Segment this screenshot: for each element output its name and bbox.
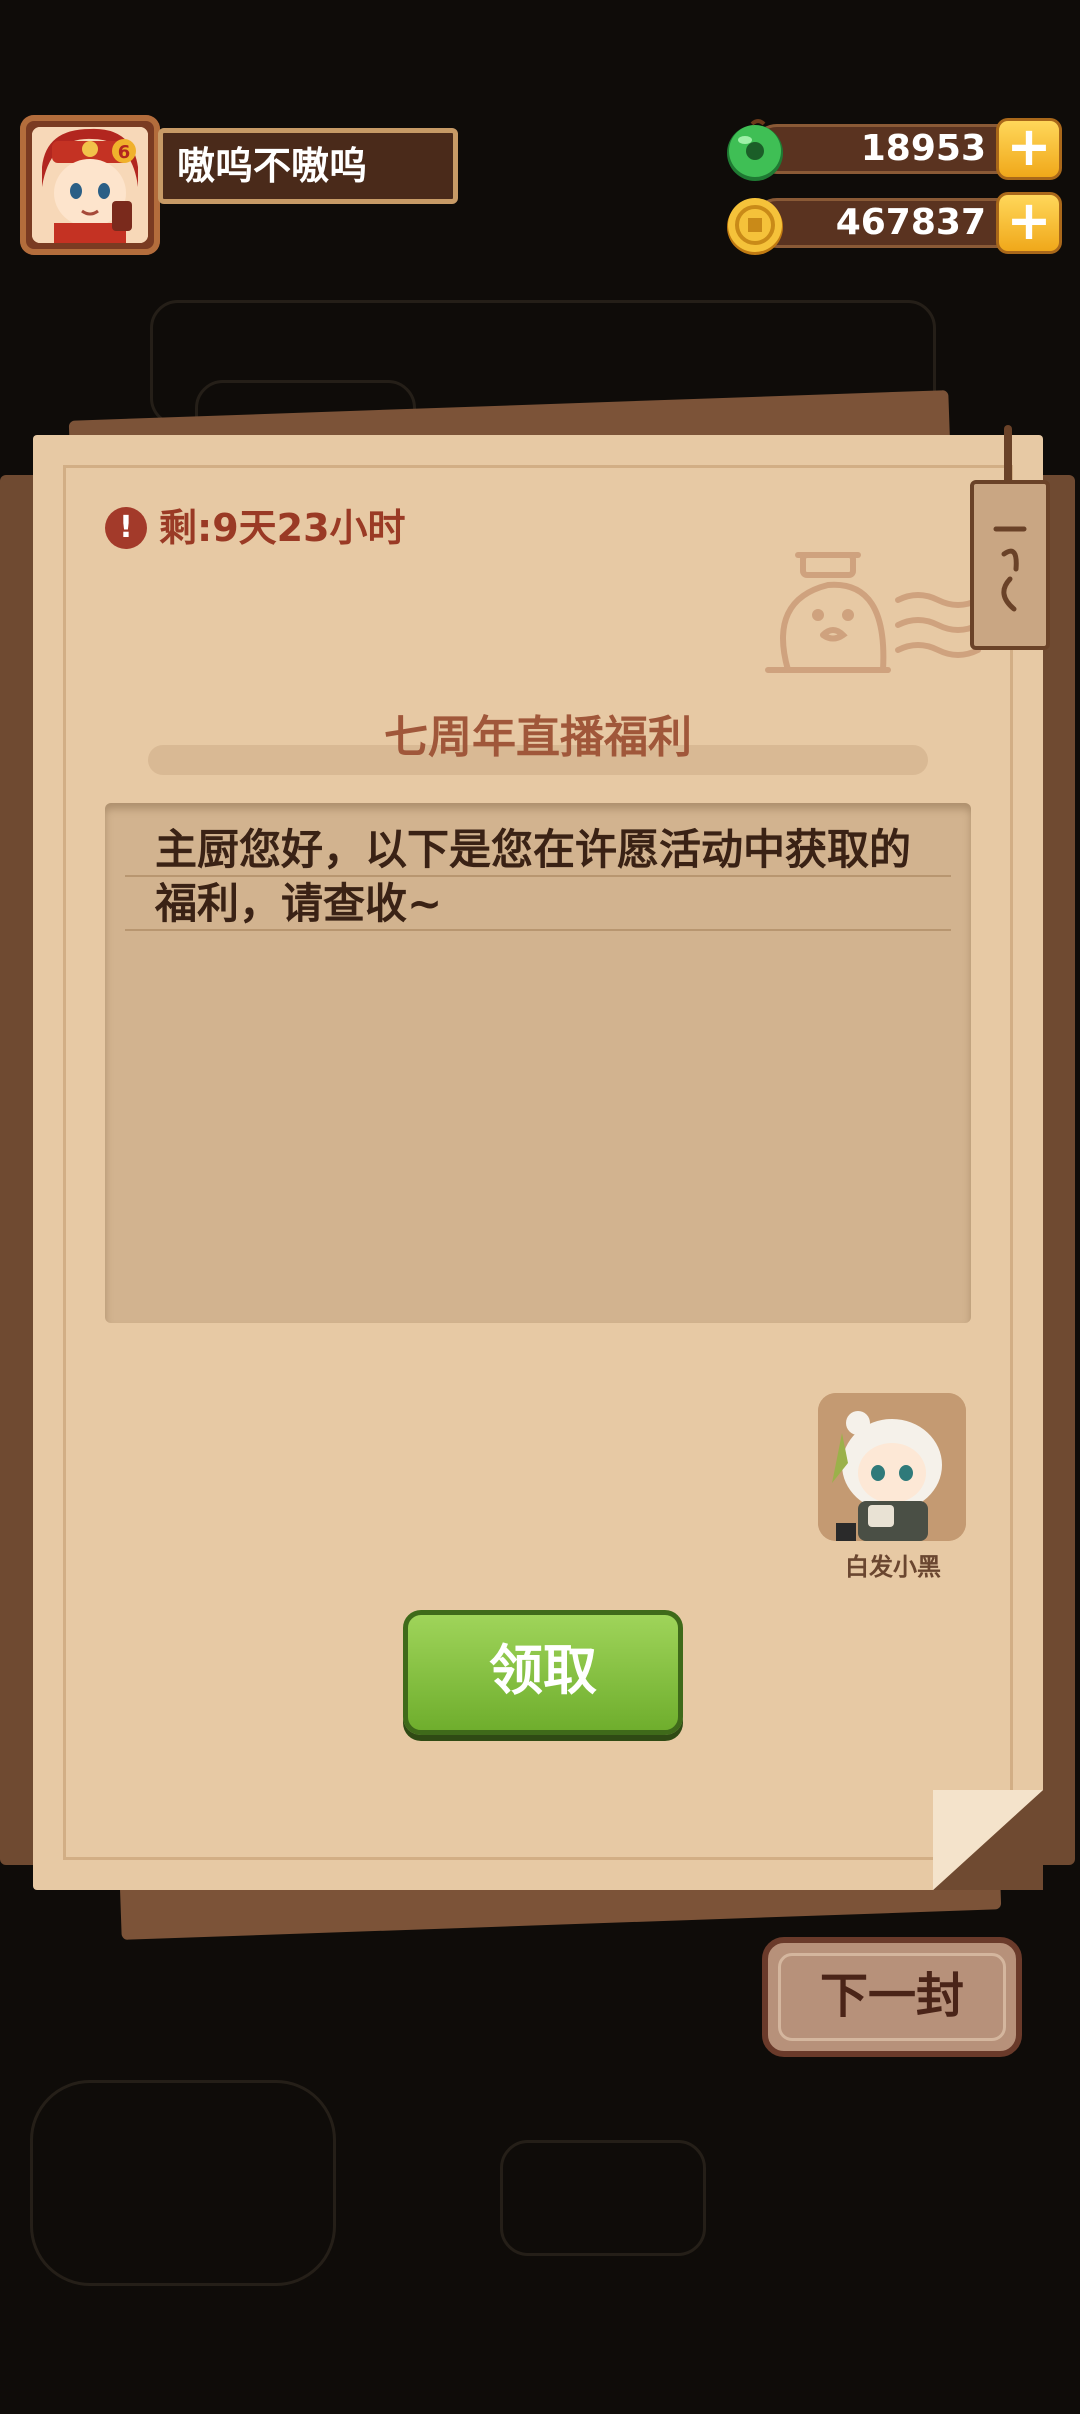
mail-letter: ! 剩:9天23小时 七周年直播福利 主厨您好，以下是您在许愿活动中获取的福利，… xyxy=(33,435,1043,1890)
sender-name: 白发小黑 xyxy=(845,1553,941,1581)
message-box: 主厨您好，以下是您在许愿活动中获取的福利，请查收~ xyxy=(105,803,971,1323)
tag-pattern-icon xyxy=(993,526,1027,612)
player-avatar[interactable]: 6 xyxy=(20,115,160,255)
claim-button[interactable]: 领取 xyxy=(403,1610,683,1735)
background-panel xyxy=(500,2140,706,2256)
jade-amount: 18953 xyxy=(860,128,986,169)
svg-text:6: 6 xyxy=(118,142,131,163)
background-panel xyxy=(30,2080,336,2286)
game-screen: 6 嗷呜不嗷呜 18953 + 467837 + ! 剩:9天23小时 七周年直… xyxy=(0,0,1080,2414)
button-inner-border xyxy=(778,1953,1006,2041)
coin-amount: 467837 xyxy=(835,202,986,243)
add-coin-button[interactable]: + xyxy=(996,192,1062,254)
gold-currency: 467837 + xyxy=(722,192,1062,255)
tag-string xyxy=(1004,425,1012,485)
remaining-time: 剩:9天23小时 xyxy=(159,506,406,550)
jade-icon xyxy=(727,119,783,181)
add-jade-button[interactable]: + xyxy=(996,118,1062,180)
message-body: 主厨您好，以下是您在许愿活动中获取的福利，请查收~ xyxy=(155,825,912,928)
jade-currency: 18953 + xyxy=(722,118,1062,181)
side-tag xyxy=(970,480,1050,650)
avatar-portrait: 6 xyxy=(32,127,148,243)
sender-avatar xyxy=(818,1393,966,1541)
warning-icon: ! xyxy=(105,507,147,549)
postmark-stamp-icon xyxy=(765,552,981,673)
next-letter-button[interactable]: 下一封 xyxy=(762,1937,1022,2057)
player-name: 嗷呜不嗷呜 xyxy=(158,128,458,204)
coin-icon xyxy=(727,198,783,255)
letter-title: 七周年直播福利 xyxy=(384,712,692,763)
